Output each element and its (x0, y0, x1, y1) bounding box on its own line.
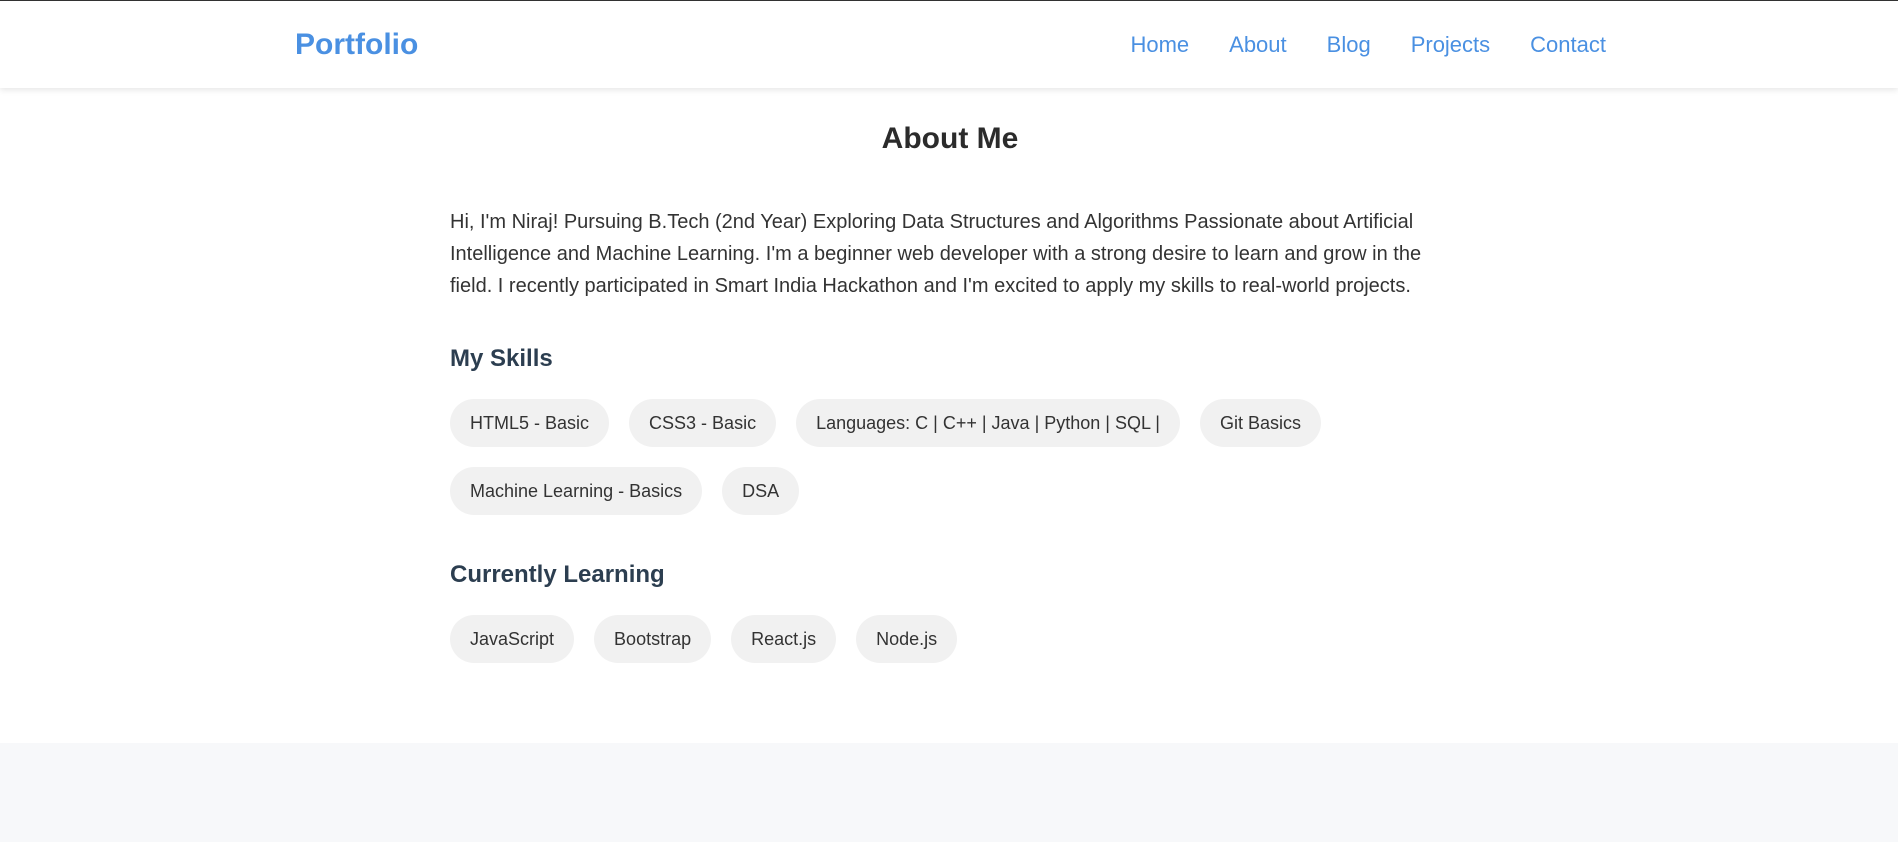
skills-heading: My Skills (450, 345, 553, 372)
skill-tag: CSS3 - Basic (629, 399, 777, 447)
main-nav: Home About Blog Projects Contact (1130, 31, 1606, 59)
page-title: About Me (881, 122, 1019, 155)
nav-projects-link[interactable]: Projects (1411, 31, 1490, 59)
about-section: About Me Hi, I'm Niraj! Pursuing B.Tech … (0, 88, 1898, 743)
learning-tag: Bootstrap (594, 615, 712, 663)
nav-about-link[interactable]: About (1229, 31, 1287, 59)
learning-tag: Node.js (856, 615, 958, 663)
nav-home-link[interactable]: Home (1130, 31, 1189, 59)
skill-tag: Languages: C | C++ | Java | Python | SQL… (796, 399, 1180, 447)
learning-tag: JavaScript (450, 615, 575, 663)
skill-tag: Git Basics (1200, 399, 1322, 447)
learning-list: JavaScript Bootstrap React.js Node.js (450, 615, 1450, 663)
skill-tag: HTML5 - Basic (450, 399, 610, 447)
site-header: Portfolio Home About Blog Projects Conta… (0, 1, 1898, 88)
skill-tag: DSA (722, 467, 800, 515)
nav-contact-link[interactable]: Contact (1530, 31, 1606, 59)
bio-text: Hi, I'm Niraj! Pursuing B.Tech (2nd Year… (450, 211, 1422, 297)
nav-blog-link[interactable]: Blog (1327, 31, 1371, 59)
footer-section (0, 743, 1898, 842)
skills-list: HTML5 - Basic CSS3 - Basic Languages: C … (450, 399, 1450, 515)
logo-link[interactable]: Portfolio (295, 27, 418, 63)
learning-tag: React.js (731, 615, 837, 663)
learning-heading: Currently Learning (450, 561, 665, 588)
skill-tag: Machine Learning - Basics (450, 467, 703, 515)
